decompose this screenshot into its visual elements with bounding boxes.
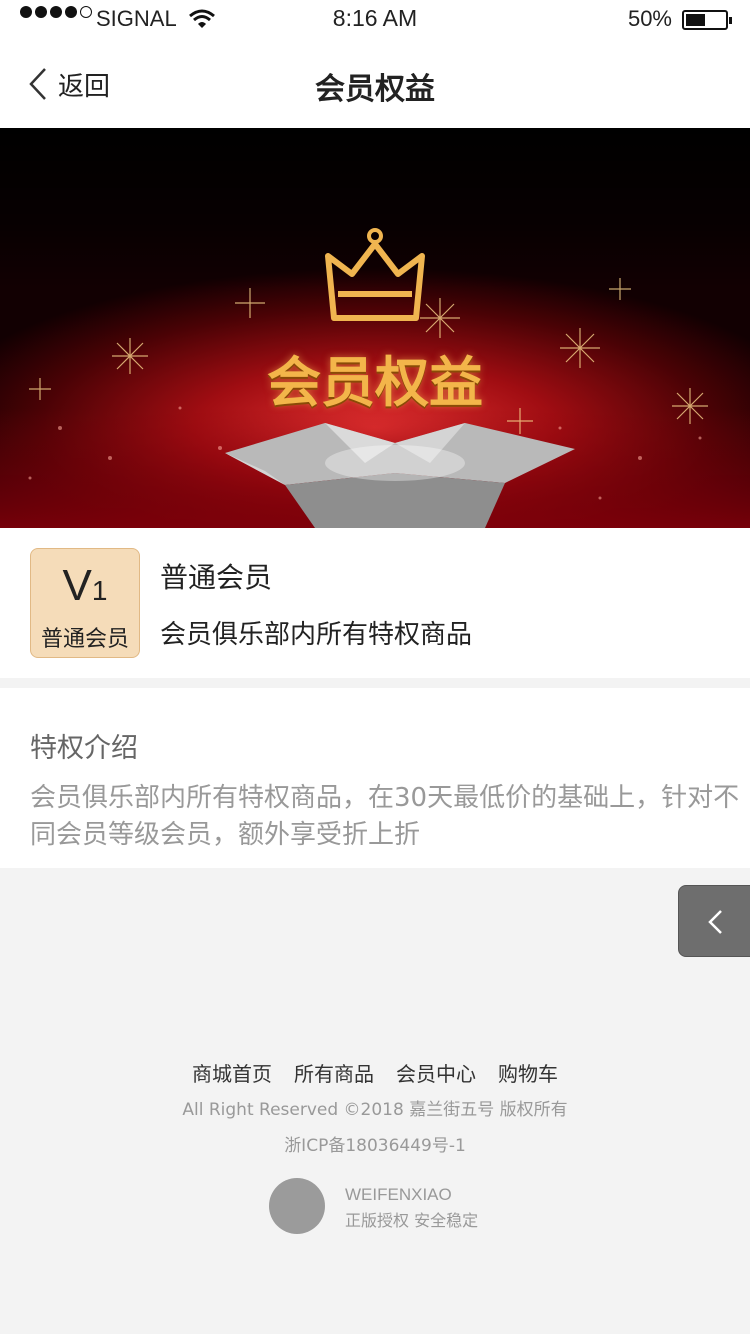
crown-icon bbox=[325, 228, 425, 321]
footer-link-home[interactable]: 商城首页 bbox=[192, 1058, 272, 1087]
battery-percent: 50% bbox=[627, 6, 672, 31]
icp-license: 浙ICP备18036449号-1 bbox=[284, 1136, 466, 1156]
privilege-intro-title: 特权介绍 bbox=[30, 733, 138, 764]
level-badge-name: 普通会员 bbox=[40, 627, 129, 652]
battery-icon bbox=[682, 10, 732, 30]
brand-name: WEIFENXIAO bbox=[345, 1185, 452, 1204]
level-letter: V bbox=[62, 561, 92, 610]
privilege-intro-section: 特权介绍 会员俱乐部内所有特权商品，在30天最低价的基础上，针对不同会员等级会员… bbox=[0, 688, 750, 868]
level-code: V1 bbox=[31, 561, 139, 611]
member-level-description: 会员俱乐部内所有特权商品 bbox=[160, 620, 473, 650]
float-back-chevron-icon bbox=[708, 910, 722, 934]
gift-box-icon bbox=[225, 423, 575, 528]
brand-logo bbox=[269, 1178, 325, 1234]
member-level-name: 普通会员 bbox=[160, 561, 273, 594]
privilege-intro-body: 会员俱乐部内所有特权商品，在30天最低价的基础上，针对不同会员等级会员，额外享受… bbox=[30, 783, 740, 850]
copyright-text: All Right Reserved ©2018 嘉兰街五号 版权所有 bbox=[182, 1100, 568, 1120]
banner-title: 会员权益 bbox=[267, 351, 483, 414]
page-title: 会员权益 bbox=[315, 72, 435, 107]
member-level-card: V1 普通会员 普通会员 会员俱乐部内所有特权商品 bbox=[0, 528, 750, 678]
level-badge: V1 普通会员 bbox=[30, 548, 140, 658]
footer-links: 商城首页 所有商品 会员中心 购物车 bbox=[0, 1058, 750, 1087]
footer-link-all-products[interactable]: 所有商品 bbox=[294, 1058, 374, 1087]
floating-back-button[interactable] bbox=[678, 885, 750, 957]
navigation-bar: 返回 会员权益 bbox=[0, 40, 750, 128]
status-bar: SIGNAL 8:16 AM 50% bbox=[0, 0, 750, 40]
member-benefits-banner: 会员权益 bbox=[0, 128, 750, 528]
footer-link-cart[interactable]: 购物车 bbox=[498, 1058, 558, 1087]
level-number: 1 bbox=[91, 575, 108, 606]
footer-link-member-center[interactable]: 会员中心 bbox=[396, 1058, 476, 1087]
brand-slogan: 正版授权 安全稳定 bbox=[345, 1211, 479, 1230]
